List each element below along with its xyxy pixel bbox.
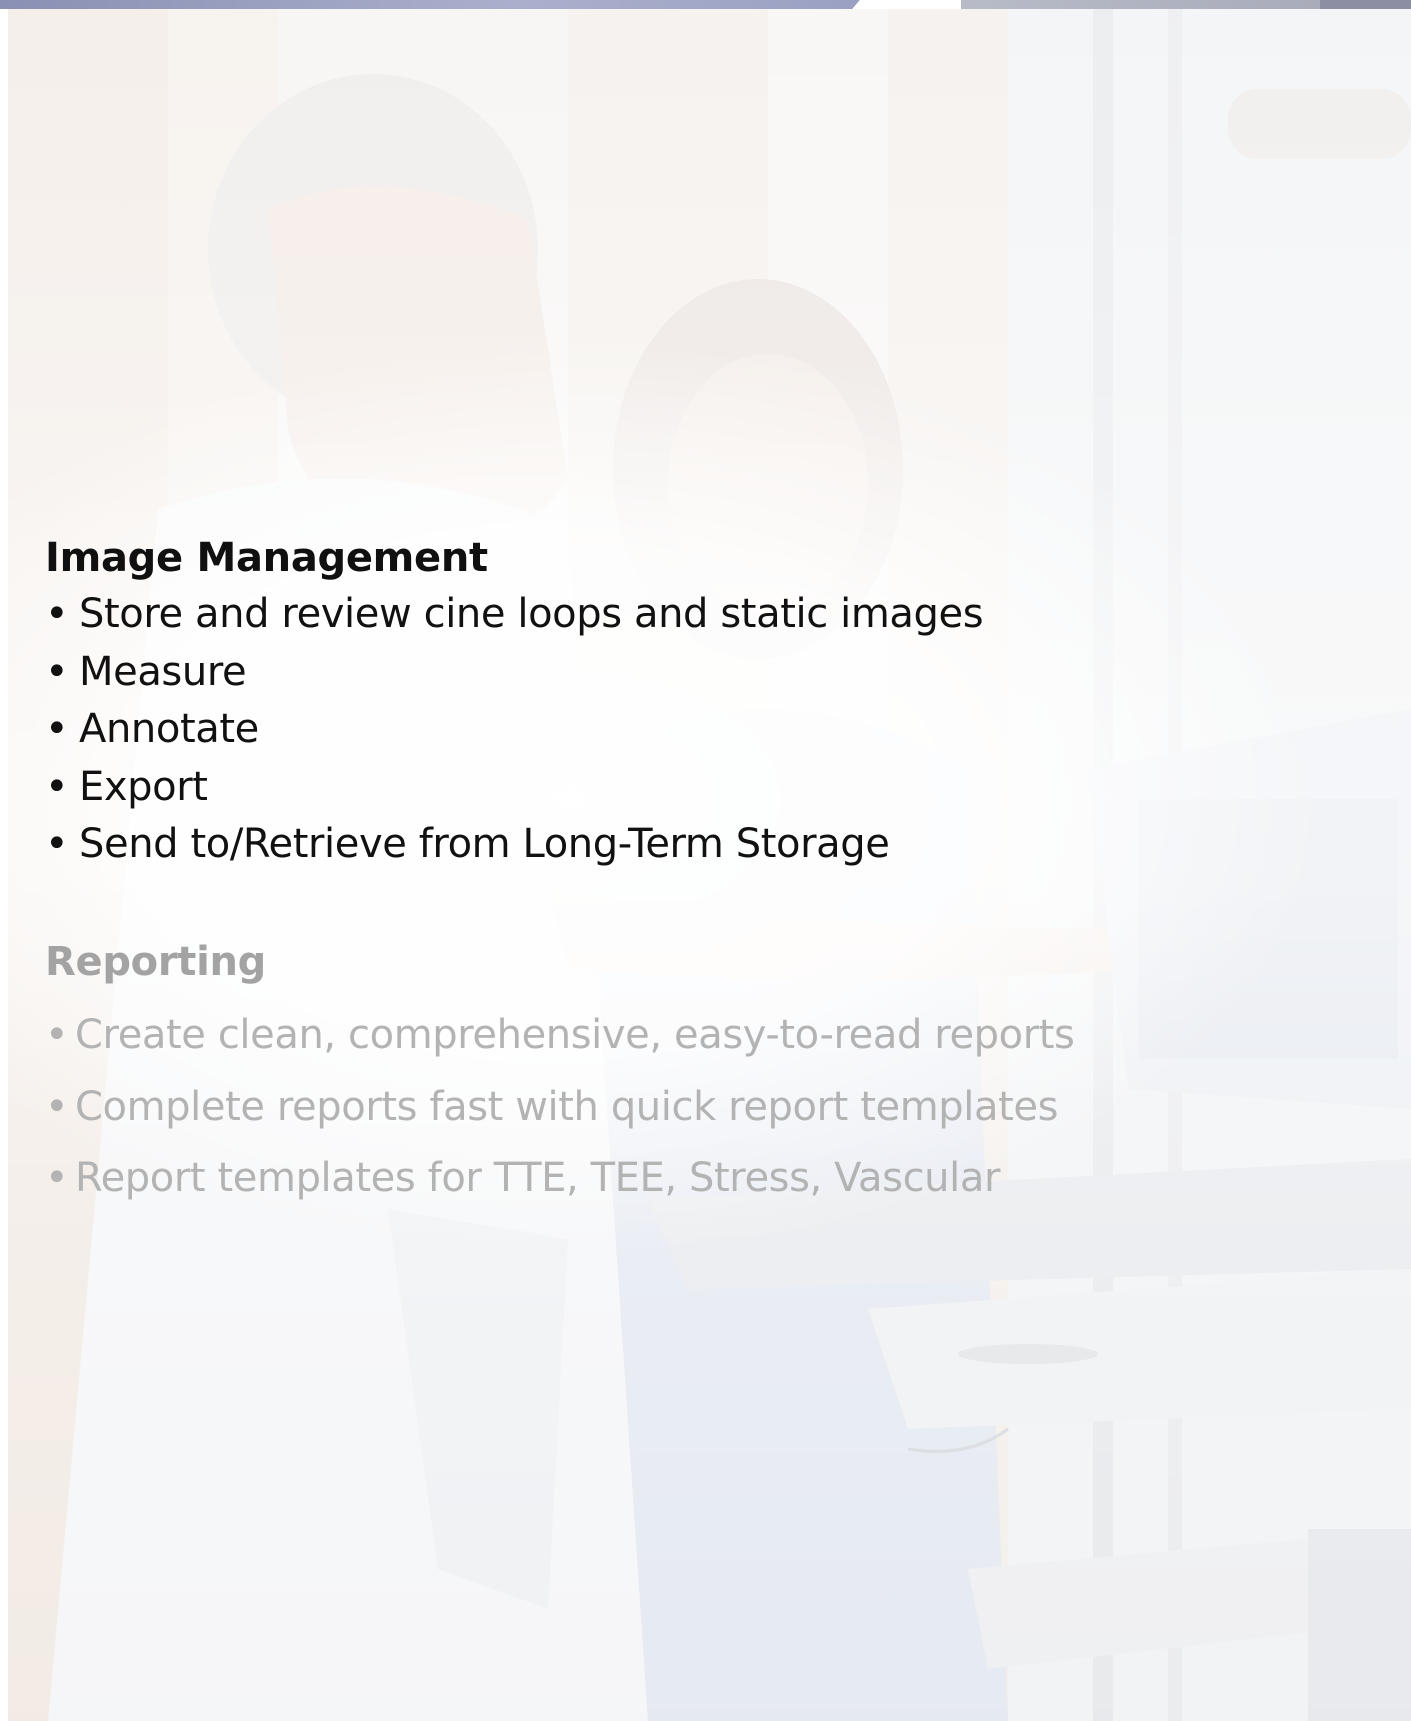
image-management-list: • Store and review cine loops and static … [45,586,1325,874]
top-strip-end-segment [1320,0,1411,9]
list-item: • Store and review cine loops and static … [45,586,1325,644]
list-item-text: Export [79,763,208,810]
list-item-text: Annotate [79,706,259,752]
reporting-heading: Reporting [45,939,267,985]
list-item: • Report templates for TTE, TEE, Stress, … [45,1143,1325,1215]
bullet-icon: • [45,648,69,695]
list-item-text: Send to/Retrieve from Long-Term Storage [79,821,890,867]
list-item: • Measure [45,644,1325,702]
bullet-icon: • [45,1155,69,1201]
list-item: • Send to/Retrieve from Long-Term Storage [45,816,1325,874]
bullet-icon: • [45,821,69,867]
list-item-text: Store and review cine loops and static i… [79,591,984,637]
list-item: • Create clean, comprehensive, easy-to-re… [45,1000,1325,1072]
bullet-icon: • [45,1083,69,1130]
bullet-icon: • [45,1012,69,1058]
top-strip-gap [852,0,966,9]
list-item-text: Create clean, comprehensive, easy-to-rea… [75,1012,1075,1058]
list-item: • Export [45,759,1325,817]
bullet-icon: • [45,763,69,810]
bullet-icon: • [45,706,69,752]
reporting-list: • Create clean, comprehensive, easy-to-re… [45,1000,1325,1215]
list-item: • Annotate [45,701,1325,759]
image-management-section: Image Management • Store and review cine … [45,530,1325,874]
list-item-text: Report templates for TTE, TEE, Stress, V… [75,1155,1001,1201]
reporting-section: Reporting • Create clean, comprehensive, … [45,934,1325,1215]
top-banner-strip [0,0,1411,9]
list-item-text: Measure [79,648,247,695]
image-management-heading: Image Management [45,535,488,581]
bullet-icon: • [45,591,69,637]
top-strip-right-segment [961,0,1321,9]
list-item-text: Complete reports fast with quick report … [75,1083,1059,1130]
list-item: • Complete reports fast with quick report… [45,1072,1325,1144]
top-strip-left-segment [0,0,865,9]
